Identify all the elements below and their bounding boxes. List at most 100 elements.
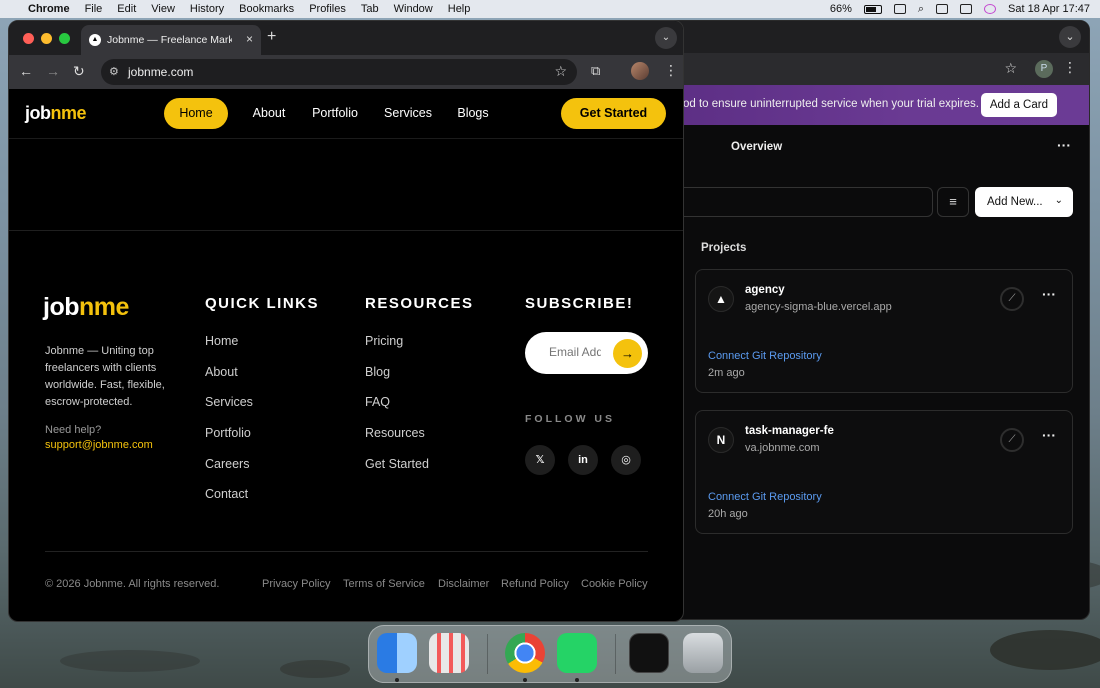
- menu-file[interactable]: File: [85, 3, 103, 15]
- project-search-input[interactable]: [641, 187, 933, 217]
- subscribe-submit-button[interactable]: →: [613, 339, 642, 368]
- siri-icon[interactable]: [984, 4, 997, 14]
- section-divider: [9, 230, 683, 231]
- menu-view[interactable]: View: [151, 3, 175, 15]
- minimize-window-button[interactable]: [41, 33, 52, 44]
- menu-edit[interactable]: Edit: [117, 3, 136, 15]
- add-card-button[interactable]: Add a Card: [980, 93, 1057, 117]
- zoom-window-button[interactable]: [59, 33, 70, 44]
- kebab-menu-icon[interactable]: ⋮: [1063, 59, 1077, 76]
- project-name[interactable]: task-manager-fe: [745, 425, 834, 437]
- filter-icon[interactable]: ≡: [937, 187, 969, 217]
- extensions-icon[interactable]: ⧉: [591, 63, 600, 79]
- desktop-rock: [60, 650, 200, 672]
- add-new-button[interactable]: Add New... ⌄: [975, 187, 1073, 217]
- kebab-menu-icon[interactable]: ⋮: [664, 62, 678, 79]
- control-center-icon[interactable]: [960, 4, 973, 14]
- project-url[interactable]: agency-sigma-blue.vercel.app: [745, 301, 892, 313]
- disclaimer-link[interactable]: Disclaimer: [438, 578, 489, 590]
- logo-part-job: job: [25, 103, 51, 123]
- connect-git-link[interactable]: Connect Git Repository: [708, 350, 822, 362]
- get-started-button[interactable]: Get Started: [561, 98, 666, 129]
- footer-link-pricing[interactable]: Pricing: [365, 334, 403, 348]
- project-card[interactable]: ▲ agency agency-sigma-blue.vercel.app ⟋ …: [695, 269, 1073, 393]
- footer-link-faq[interactable]: FAQ: [365, 395, 390, 409]
- refund-policy-link[interactable]: Refund Policy: [501, 578, 569, 590]
- battery-percent: 66%: [829, 3, 852, 15]
- menu-history[interactable]: History: [190, 3, 224, 15]
- url-text[interactable]: jobnme.com: [128, 65, 193, 79]
- project-name[interactable]: agency: [745, 284, 785, 296]
- tab-search-chevron-icon[interactable]: ⌄: [1059, 26, 1081, 48]
- support-email-link[interactable]: support@jobnme.com: [45, 439, 153, 451]
- active-tab[interactable]: ▲ Jobnme — Freelance Marketplace ×: [81, 25, 261, 55]
- whatsapp-window-thumbnail-icon[interactable]: [629, 633, 669, 673]
- bookmark-star-icon[interactable]: ☆: [1004, 60, 1017, 77]
- project-more-icon[interactable]: ···: [1042, 286, 1056, 302]
- menu-bookmarks[interactable]: Bookmarks: [239, 3, 294, 15]
- activity-status-icon[interactable]: ⟋: [1000, 428, 1024, 452]
- project-card[interactable]: N task-manager-fe va.jobnme.com ⟋ ··· Co…: [695, 410, 1073, 534]
- finder-icon[interactable]: [377, 633, 417, 673]
- email-input[interactable]: [549, 345, 601, 359]
- close-tab-icon[interactable]: ×: [246, 32, 253, 46]
- tab-search-chevron-icon[interactable]: ⌄: [655, 27, 677, 49]
- footer-link-resources[interactable]: Resources: [365, 426, 425, 440]
- nav-about[interactable]: About: [245, 98, 293, 129]
- site-info-icon[interactable]: ⚙: [109, 65, 119, 78]
- chrome-icon[interactable]: [505, 633, 545, 673]
- linkedin-icon[interactable]: in: [568, 445, 598, 475]
- footer-link-careers[interactable]: Careers: [205, 457, 249, 471]
- footer-logo[interactable]: jobnme: [43, 293, 129, 322]
- nav-portfolio[interactable]: Portfolio: [305, 98, 365, 129]
- chevron-down-icon: ⌄: [1054, 195, 1063, 206]
- search-icon[interactable]: ⌕: [918, 3, 924, 16]
- overview-more-icon[interactable]: ···: [1057, 137, 1071, 153]
- screen-mirroring-icon[interactable]: [893, 4, 906, 14]
- terms-of-service-link[interactable]: Terms of Service: [343, 578, 425, 590]
- menu-help[interactable]: Help: [448, 3, 471, 15]
- menu-profiles[interactable]: Profiles: [309, 3, 346, 15]
- instagram-icon[interactable]: ◎: [611, 445, 641, 475]
- connect-git-link[interactable]: Connect Git Repository: [708, 491, 822, 503]
- nav-blogs[interactable]: Blogs: [451, 98, 495, 129]
- trial-banner-text: od to ensure uninterrupted service when …: [683, 98, 979, 110]
- footer-link-about[interactable]: About: [205, 365, 238, 379]
- clock[interactable]: Sat 18 Apr 17:47: [1008, 3, 1090, 15]
- cookie-policy-link[interactable]: Cookie Policy: [581, 578, 648, 590]
- nav-services[interactable]: Services: [377, 98, 439, 129]
- privacy-policy-link[interactable]: Privacy Policy: [262, 578, 330, 590]
- footer-link-blog[interactable]: Blog: [365, 365, 390, 379]
- address-bar[interactable]: ⚙ jobnme.com ☆: [101, 59, 577, 85]
- bookmark-star-icon[interactable]: ☆: [554, 63, 567, 80]
- launchpad-icon[interactable]: [429, 633, 469, 673]
- site-logo[interactable]: jobnme: [25, 103, 87, 124]
- footer-link-get-started[interactable]: Get Started: [365, 457, 429, 471]
- reload-icon[interactable]: ↻: [73, 63, 85, 80]
- activity-status-icon[interactable]: ⟋: [1000, 287, 1024, 311]
- battery-icon[interactable]: [863, 4, 882, 14]
- footer-link-portfolio[interactable]: Portfolio: [205, 426, 251, 440]
- back-arrow-icon[interactable]: ←: [19, 63, 33, 79]
- project-more-icon[interactable]: ···: [1042, 427, 1056, 443]
- profile-avatar[interactable]: [631, 62, 649, 80]
- whatsapp-icon[interactable]: [557, 633, 597, 673]
- trash-icon[interactable]: [683, 633, 723, 673]
- footer-link-services[interactable]: Services: [205, 395, 253, 409]
- x-twitter-icon[interactable]: 𝕏: [525, 445, 555, 475]
- footer-link-home[interactable]: Home: [205, 334, 238, 348]
- tab-overview[interactable]: Overview: [731, 141, 782, 153]
- menu-tab[interactable]: Tab: [361, 3, 379, 15]
- close-window-button[interactable]: [23, 33, 34, 44]
- footer-link-contact[interactable]: Contact: [205, 487, 248, 501]
- new-tab-icon[interactable]: +: [267, 28, 276, 46]
- profile-avatar[interactable]: P: [1035, 60, 1053, 78]
- stage-manager-icon[interactable]: [936, 4, 949, 14]
- forward-arrow-icon[interactable]: →: [46, 63, 60, 79]
- menu-window[interactable]: Window: [394, 3, 433, 15]
- project-url[interactable]: va.jobnme.com: [745, 442, 820, 454]
- nav-home[interactable]: Home: [164, 98, 228, 129]
- macos-menubar: Chrome File Edit View History Bookmarks …: [0, 0, 1100, 18]
- menu-app-name[interactable]: Chrome: [28, 3, 70, 15]
- quick-links-heading: QUICK LINKS: [205, 295, 319, 312]
